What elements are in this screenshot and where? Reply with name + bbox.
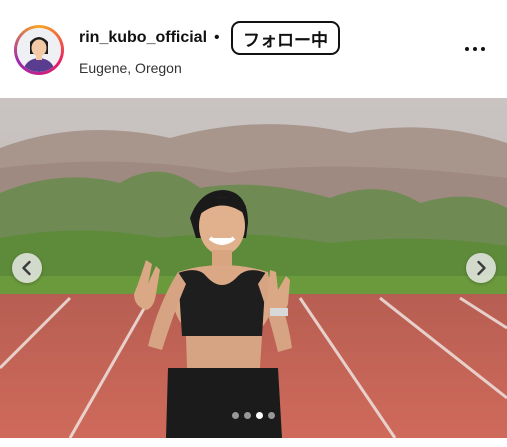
more-options-button[interactable] — [462, 36, 488, 62]
separator-dot: • — [214, 29, 220, 46]
post-header: rin_kubo_official • フォロー中 Eugene, Oregon — [0, 0, 507, 98]
avatar[interactable] — [17, 28, 61, 72]
carousel-prev-button[interactable] — [12, 253, 42, 283]
story-ring[interactable] — [14, 25, 64, 75]
more-horizontal-icon — [465, 47, 485, 51]
location-link[interactable]: Eugene, Oregon — [79, 60, 182, 76]
carousel-next-button[interactable] — [466, 253, 496, 283]
chevron-left-icon — [22, 260, 31, 276]
pagination-dot[interactable] — [268, 412, 275, 419]
avatar-image — [17, 28, 61, 72]
chevron-right-icon — [477, 260, 486, 276]
pagination-dot[interactable] — [232, 412, 239, 419]
pagination-dot[interactable] — [244, 412, 251, 419]
pagination-dot-active[interactable] — [256, 412, 263, 419]
username[interactable]: rin_kubo_official — [79, 29, 207, 47]
carousel-pagination — [232, 412, 275, 420]
post-photo[interactable] — [0, 98, 507, 438]
following-button[interactable]: フォロー中 — [231, 21, 340, 55]
runner-photo-image — [0, 98, 507, 438]
